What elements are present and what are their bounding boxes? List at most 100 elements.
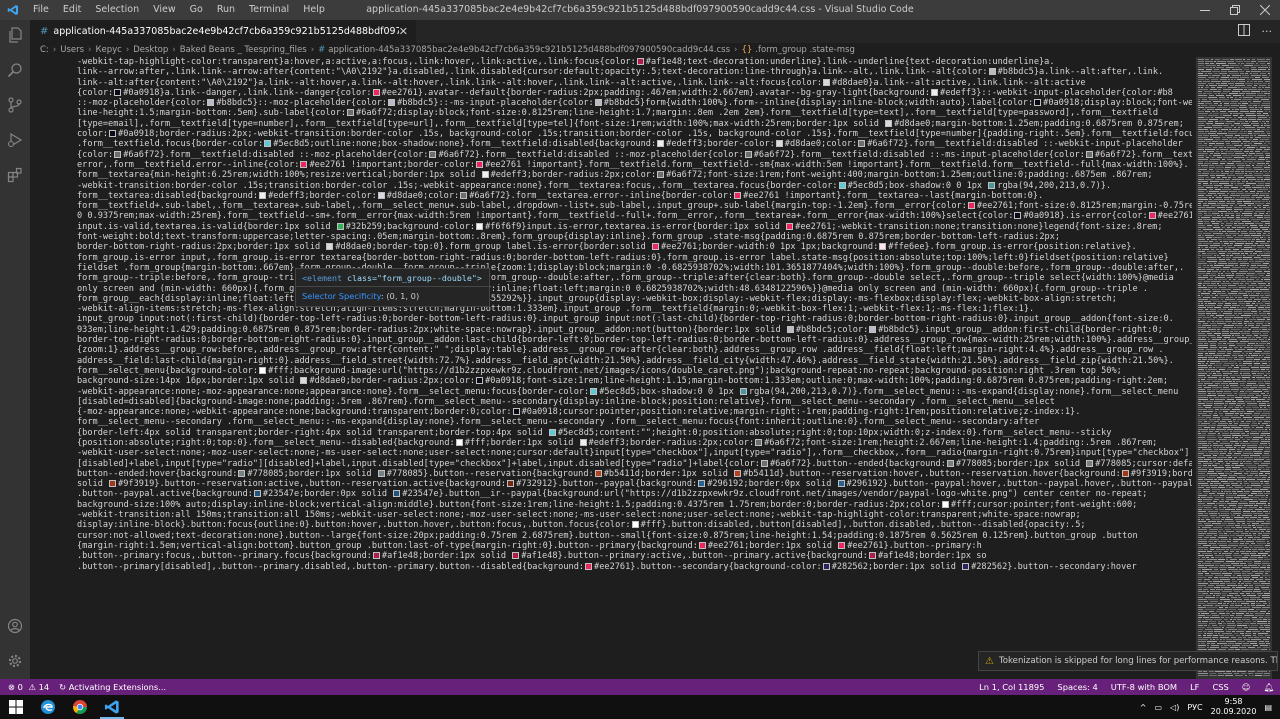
color-swatch[interactable]	[1086, 459, 1094, 467]
color-swatch[interactable]	[734, 469, 742, 477]
tab-application-css[interactable]: # application-445a337085bac2e4e9b42cf7cb…	[30, 20, 416, 43]
cursor-position[interactable]: Ln 1, Col 11895	[979, 682, 1044, 692]
code-line[interactable]: link--arrow:after,.link.link--arrow:afte…	[77, 67, 1192, 77]
code-line[interactable]: border-top-right-radius:0;border-bottom-…	[77, 335, 1192, 345]
color-swatch[interactable]	[207, 99, 215, 107]
code-content[interactable]: -webkit-tap-highlight-color:transparent}…	[77, 57, 1192, 572]
color-swatch[interactable]	[755, 438, 763, 446]
color-swatch[interactable]	[253, 490, 261, 498]
more-actions-icon[interactable]: ···	[1262, 25, 1273, 38]
color-swatch[interactable]	[481, 171, 489, 179]
clock[interactable]: 9:58 20.09.2020	[1211, 697, 1257, 717]
color-swatch[interactable]	[651, 243, 659, 251]
color-swatch[interactable]	[698, 541, 706, 549]
menu-edit[interactable]: Edit	[56, 0, 88, 20]
color-swatch[interactable]	[393, 490, 401, 498]
color-swatch[interactable]	[858, 140, 866, 148]
code-line[interactable]: cursor:not-allowed;text-decoration:none}…	[77, 531, 1192, 541]
problems-indicator[interactable]: ⊗ 0 ⚠ 14	[8, 682, 49, 692]
code-line[interactable]: button--ended:hover{background: #778085;b…	[77, 469, 1192, 479]
breadcrumb-file[interactable]: application-445a337085bac2e4e9b42cf7cb6a…	[328, 45, 730, 55]
code-line[interactable]: [disabled]+label,input[type="radio"][dis…	[77, 459, 1192, 469]
breadcrumb-item[interactable]: Users	[60, 45, 84, 55]
color-swatch[interactable]	[1014, 212, 1022, 220]
code-line[interactable]: -webkit-appearance:none;-moz-appearance:…	[77, 387, 1192, 397]
breadcrumb-symbol[interactable]: .form_group .state-msg	[755, 45, 855, 55]
code-editor[interactable]: -webkit-tap-highlight-color:transparent}…	[30, 57, 1196, 679]
code-line[interactable]: 933em;line-height:1.429;padding:0.6875re…	[77, 325, 1192, 335]
taskbar-edge[interactable]	[32, 695, 64, 719]
code-line[interactable]: ::-moz-placeholder{color: #b8bdc5}::-moz-…	[77, 98, 1192, 108]
accounts-button[interactable]	[0, 611, 30, 641]
color-swatch[interactable]	[657, 171, 665, 179]
color-swatch[interactable]	[1085, 150, 1093, 158]
color-swatch[interactable]	[962, 562, 970, 570]
source-control-button[interactable]	[0, 90, 30, 120]
breadcrumb-item[interactable]: Baked Beans _ Teespring_files	[180, 45, 307, 55]
code-line[interactable]: only screen and (min-width: 660px){.form…	[77, 284, 1192, 294]
notifications-bell-icon[interactable]: 🔔︎	[1263, 682, 1274, 693]
color-swatch[interactable]	[336, 222, 344, 230]
code-line[interactable]: link--alt:after{content:"\A0\2192"}a.lin…	[77, 78, 1192, 88]
code-line[interactable]: form_group__each{display:inline;float:le…	[77, 294, 1192, 304]
code-line[interactable]: form_group--triple:before,.form_group--t…	[77, 273, 1192, 283]
color-swatch[interactable]	[734, 191, 742, 199]
close-tab-icon[interactable]: ✕	[399, 25, 408, 38]
notification-center-icon[interactable]: ▤	[1264, 703, 1272, 712]
code-line[interactable]: .button--primary[disabled],.button--prim…	[77, 562, 1192, 572]
code-line[interactable]: -webkit-align-items:stretch;-ms-flex-ali…	[77, 304, 1192, 314]
code-line[interactable]: -webkit-transition:border-color .15s;tra…	[77, 181, 1192, 191]
search-button[interactable]	[0, 55, 30, 85]
close-window-button[interactable]	[1250, 0, 1280, 20]
code-line[interactable]: {color: #0a0918}a.link--danger,.link.link…	[77, 88, 1192, 98]
code-line[interactable]: {-moz-appearance:none;-webkit-appearance…	[77, 407, 1192, 417]
color-swatch[interactable]	[347, 109, 355, 117]
code-line[interactable]: input.is-valid,textarea.is-valid{border:…	[77, 222, 1192, 232]
code-line[interactable]: background-size:100% auto;display:inline…	[77, 500, 1192, 510]
activity-status[interactable]: ↻ Activating Extensions...	[59, 682, 166, 692]
input-language[interactable]: РУС	[1187, 703, 1202, 712]
manage-button[interactable]	[0, 646, 30, 676]
color-swatch[interactable]	[869, 325, 877, 333]
color-swatch[interactable]	[837, 480, 845, 488]
taskbar-chrome[interactable]	[64, 695, 96, 719]
code-line[interactable]: form__textarea{min-height:6.25rem;width:…	[77, 170, 1192, 180]
code-line[interactable]: background-size:14px 16px;border:1px sol…	[77, 376, 1192, 386]
code-line[interactable]: .button--primary:focus,.button--primary.…	[77, 551, 1192, 561]
end-of-line[interactable]: LF	[1190, 682, 1199, 692]
color-swatch[interactable]	[460, 191, 468, 199]
code-line[interactable]: {margin-right:1.5em;vertical-align:botto…	[77, 541, 1192, 551]
menu-help[interactable]: Help	[296, 0, 332, 20]
minimize-button[interactable]	[1190, 0, 1220, 20]
menu-selection[interactable]: Selection	[88, 0, 146, 20]
color-swatch[interactable]	[739, 387, 747, 395]
menu-view[interactable]: View	[146, 0, 183, 20]
color-swatch[interactable]	[548, 428, 556, 436]
code-line[interactable]: form__textfield+.sub-label,.form__textar…	[77, 201, 1192, 211]
color-swatch[interactable]	[775, 140, 783, 148]
start-button[interactable]	[0, 695, 32, 719]
color-swatch[interactable]	[259, 191, 267, 199]
color-swatch[interactable]	[429, 150, 437, 158]
color-swatch[interactable]	[988, 68, 996, 76]
color-swatch[interactable]	[109, 130, 117, 138]
code-line[interactable]: {zoom:1}.address__group_row:before,.addr…	[77, 345, 1192, 355]
code-line[interactable]: line-height:1.5;margin-bottom:.5em}.sub-…	[77, 108, 1192, 118]
breadcrumb-item[interactable]: Desktop	[133, 45, 168, 55]
code-line[interactable]: border-bottom-right-radius:2px;border:1p…	[77, 242, 1192, 252]
color-swatch[interactable]	[238, 469, 246, 477]
color-swatch[interactable]	[590, 387, 598, 395]
color-swatch[interactable]	[885, 119, 893, 127]
color-swatch[interactable]	[631, 521, 639, 529]
color-swatch[interactable]	[476, 377, 484, 385]
color-swatch[interactable]	[594, 469, 602, 477]
code-line[interactable]: -webkit-transition:all 150ms;transition:…	[77, 510, 1192, 520]
color-swatch[interactable]	[372, 88, 380, 96]
color-swatch[interactable]	[786, 325, 794, 333]
restore-button[interactable]	[1220, 0, 1250, 20]
color-swatch[interactable]	[114, 88, 122, 96]
menu-go[interactable]: Go	[183, 0, 210, 20]
color-swatch[interactable]	[114, 150, 122, 158]
color-swatch[interactable]	[988, 181, 996, 189]
color-swatch[interactable]	[476, 160, 484, 168]
